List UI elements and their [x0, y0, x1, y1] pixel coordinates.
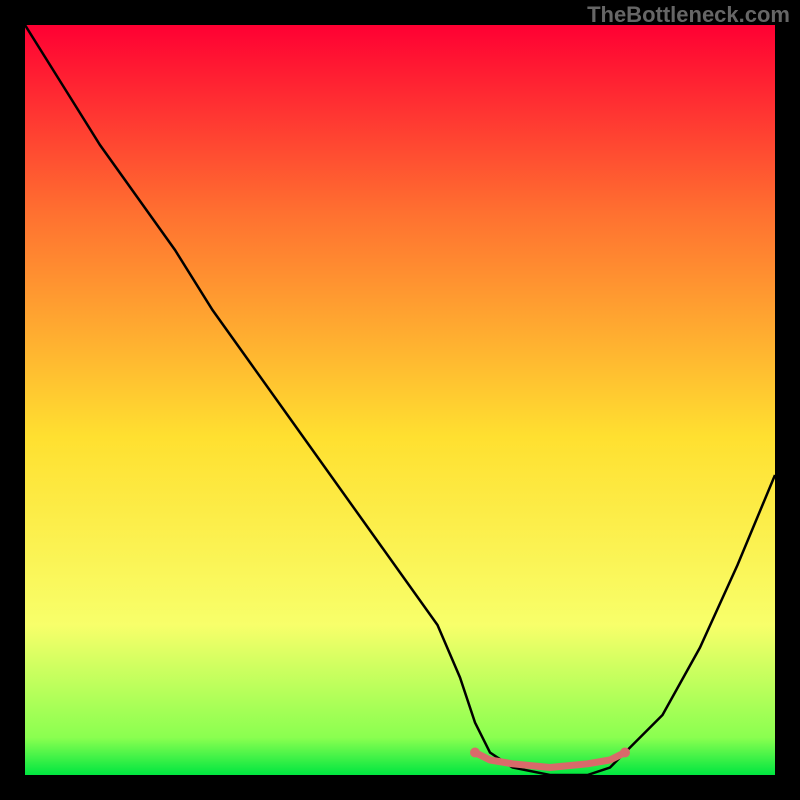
band-end-dot	[620, 748, 630, 758]
band-start-dot	[470, 748, 480, 758]
chart-frame	[25, 25, 775, 775]
watermark-text: TheBottleneck.com	[587, 2, 790, 28]
chart-svg	[25, 25, 775, 775]
chart-background	[25, 25, 775, 775]
